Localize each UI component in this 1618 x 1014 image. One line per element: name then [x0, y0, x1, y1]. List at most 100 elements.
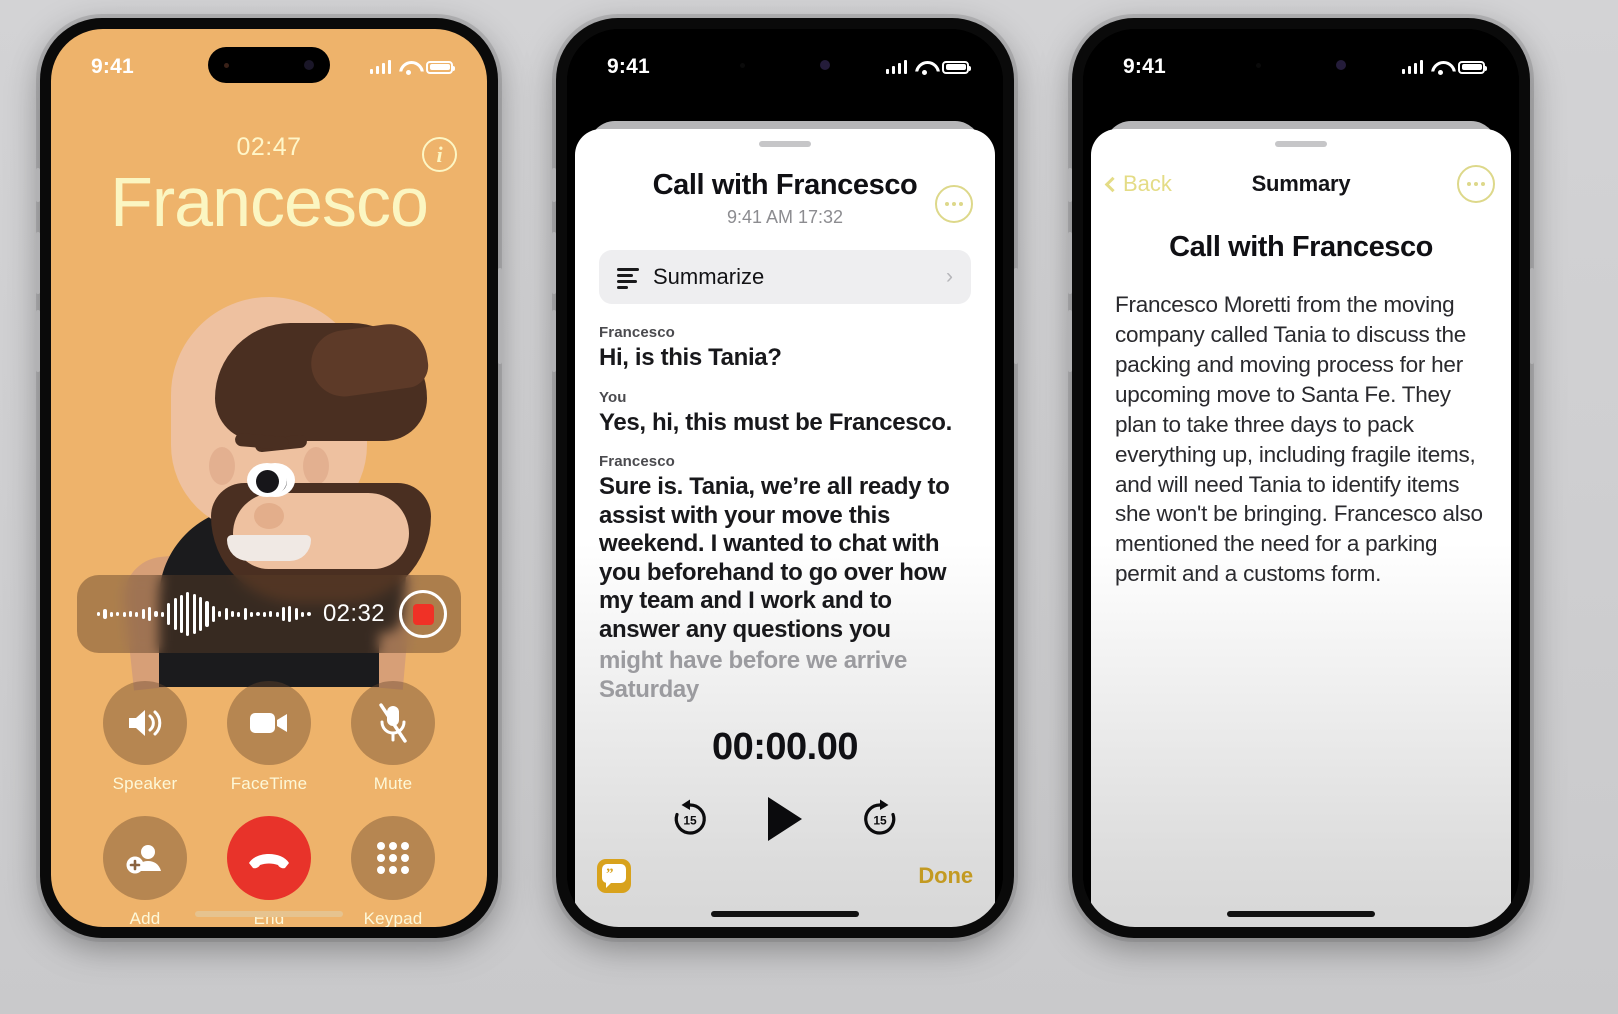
home-indicator[interactable] — [195, 911, 343, 917]
home-indicator[interactable] — [1227, 911, 1375, 917]
svg-text:15: 15 — [873, 814, 887, 828]
transcript-speaker: Francesco — [599, 324, 675, 341]
wifi-icon — [399, 60, 418, 75]
cellular-signal-icon — [885, 60, 907, 74]
svg-text:15: 15 — [683, 814, 697, 828]
transcript-speaker: Francesco — [599, 453, 675, 471]
speaker-icon — [103, 681, 187, 765]
transcript-entry: Francesco Sure is. Tania, we’re all read… — [599, 453, 971, 704]
summarize-icon — [617, 266, 639, 289]
page-title: Summary — [1251, 171, 1351, 196]
transcript-text: Hi, is this Tania? — [599, 344, 782, 371]
power-button[interactable] — [1014, 268, 1018, 364]
status-bar: 9:41 — [51, 29, 487, 89]
video-camera-icon — [227, 681, 311, 765]
volume-down-button[interactable] — [36, 310, 40, 372]
transcript-list: Francesco Hi, is this Tania? You Yes, hi… — [599, 324, 971, 704]
cellular-signal-icon — [369, 60, 391, 74]
power-button[interactable] — [1530, 268, 1534, 364]
transcript-bubble-icon[interactable]: ” — [597, 859, 631, 893]
wifi-icon — [1431, 60, 1450, 75]
status-time: 9:41 — [91, 55, 134, 78]
audio-player: 00:00.00 15 15 — [575, 726, 995, 841]
volume-up-button[interactable] — [1068, 232, 1072, 294]
status-indicators — [369, 60, 455, 75]
volume-down-button[interactable] — [552, 310, 556, 372]
summarize-button[interactable]: Summarize › — [599, 250, 971, 304]
sheet-grabber[interactable] — [1275, 141, 1327, 147]
facetime-button[interactable]: FaceTime — [227, 681, 311, 794]
recording-elapsed: 02:32 — [322, 600, 385, 627]
mute-label: Mute — [373, 774, 413, 793]
skip-forward-15-icon[interactable]: 15 — [858, 797, 902, 841]
power-button[interactable] — [498, 268, 502, 364]
transcript-speaker: You — [599, 388, 627, 406]
playback-controls: 15 15 — [575, 797, 995, 841]
call-header: 02:47 Francesco — [51, 133, 487, 240]
add-person-icon — [103, 816, 187, 900]
phone-3-summary-screen: 9:41 Back Summary Call with Francesco Fr… — [1068, 18, 1534, 938]
phone-2-bezel: 9:41 Call with Francesco 9:41 AM 17:32 S… — [567, 29, 1003, 927]
call-controls-row-1: Speaker FaceTime Mute — [103, 681, 435, 794]
add-label: Add — [129, 909, 161, 927]
status-bar: 9:41 — [1083, 29, 1519, 89]
phone-2-transcript-screen: 9:41 Call with Francesco 9:41 AM 17:32 S… — [552, 18, 1018, 938]
phone-3-bezel: 9:41 Back Summary Call with Francesco Fr… — [1083, 29, 1519, 927]
battery-icon — [426, 60, 455, 74]
add-call-button[interactable]: Add — [103, 816, 187, 927]
playback-position: 00:00.00 — [711, 726, 859, 768]
sheet-grabber[interactable] — [759, 141, 811, 147]
speaker-button[interactable]: Speaker — [103, 681, 187, 794]
caller-name: Francesco — [110, 163, 429, 241]
transcript-text: Yes, hi, this must be Francesco. — [599, 408, 952, 436]
summary-body: Francesco Moretti from the moving compan… — [1115, 292, 1483, 587]
status-indicators — [885, 60, 971, 75]
done-button[interactable]: Done — [918, 863, 973, 889]
call-duration: 02:47 — [236, 133, 302, 161]
keypad-icon — [351, 816, 435, 900]
phone-1-screen: 9:41 i 02:47 Francesco 02:32 Speaker Fac… — [51, 29, 487, 927]
recording-waveform — [97, 591, 317, 637]
keypad-label: Keypad — [363, 909, 423, 927]
volume-down-button[interactable] — [1068, 310, 1072, 372]
navigation-bar: Back Summary — [1091, 153, 1511, 215]
sheet-title: Call with Francesco — [652, 169, 918, 201]
summary-sheet: Back Summary Call with Francesco Frances… — [1091, 129, 1511, 927]
end-call-icon — [227, 816, 311, 900]
battery-icon — [1458, 60, 1487, 74]
status-time: 9:41 — [607, 55, 650, 78]
transcript-text: Sure is. Tania, we’re all ready to assis… — [599, 473, 950, 643]
sheet-footer: ” Done — [597, 859, 973, 893]
phone-3-screen: 9:41 Back Summary Call with Francesco Fr… — [1083, 29, 1519, 927]
more-options-icon[interactable] — [935, 185, 973, 223]
mute-switch[interactable] — [36, 168, 40, 202]
wifi-icon — [915, 60, 934, 75]
status-bar: 9:41 — [567, 29, 1003, 89]
speaker-label: Speaker — [112, 774, 178, 793]
play-icon[interactable] — [768, 797, 802, 841]
mute-button[interactable]: Mute — [351, 681, 435, 794]
screenshot-stage: 9:41 i 02:47 Francesco 02:32 Speaker Fac… — [0, 0, 1618, 1014]
skip-back-15-icon[interactable]: 15 — [668, 797, 712, 841]
chevron-right-icon: › — [946, 265, 953, 288]
volume-up-button[interactable] — [552, 232, 556, 294]
phone-1-call-screen: 9:41 i 02:47 Francesco 02:32 Speaker Fac… — [36, 18, 502, 938]
battery-icon — [942, 60, 971, 74]
stop-record-icon[interactable] — [399, 590, 447, 638]
phone-2-screen: 9:41 Call with Francesco 9:41 AM 17:32 S… — [567, 29, 1003, 927]
home-indicator[interactable] — [711, 911, 859, 917]
status-time: 9:41 — [1123, 55, 1166, 78]
summarize-label: Summarize — [653, 264, 765, 289]
status-indicators — [1401, 60, 1487, 75]
transcript-sheet: Call with Francesco 9:41 AM 17:32 Summar… — [575, 129, 995, 927]
mute-switch[interactable] — [552, 168, 556, 202]
more-options-icon[interactable] — [1457, 165, 1495, 203]
keypad-button[interactable]: Keypad — [351, 816, 435, 927]
transcript-entry: Francesco Hi, is this Tania? — [599, 324, 971, 373]
mute-switch[interactable] — [1068, 168, 1072, 202]
transcript-text-faded: might have before we arrive Saturday — [599, 647, 907, 703]
volume-up-button[interactable] — [36, 232, 40, 294]
back-button[interactable]: Back — [1104, 171, 1172, 197]
microphone-muted-icon — [351, 681, 435, 765]
cellular-signal-icon — [1401, 60, 1423, 74]
